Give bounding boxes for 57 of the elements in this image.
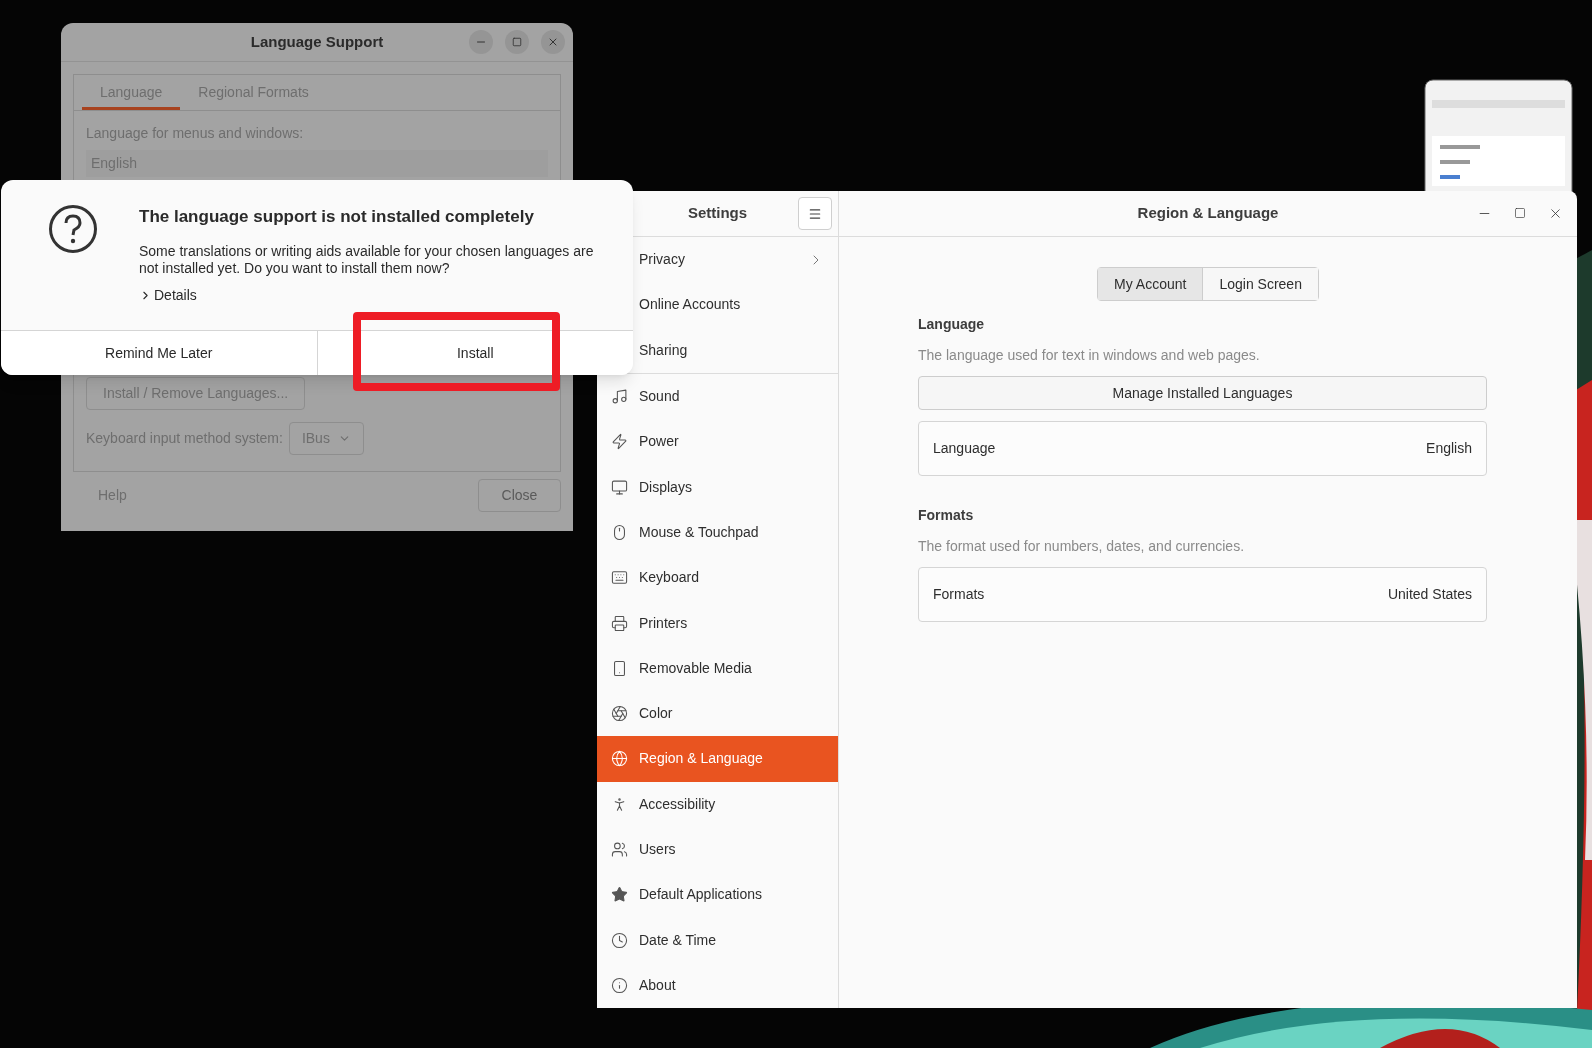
clock-icon [611,931,628,949]
sidebar-item[interactable]: Accessibility [597,781,838,827]
sidebar-item[interactable]: Date & Time [597,917,838,963]
dialog-message: Some translations or writing aids available for your chosen languages are not installed yet. Do you want to install them now? [139,242,595,277]
maximize-icon [512,37,522,47]
section-heading: Formats [918,506,975,525]
maximize-icon[interactable] [1514,207,1526,219]
printer-icon [611,614,628,632]
tab[interactable]: Login Screen [1202,268,1318,300]
sidebar-item[interactable]: Displays [597,464,838,510]
row-value: English [1426,439,1472,458]
sidebar-item[interactable]: Sound [597,373,838,420]
star-icon [611,886,628,904]
monitor-icon [611,478,628,496]
sidebar-item[interactable]: Removable Media [597,645,838,691]
manage-languages-button[interactable]: Manage Installed Languages [918,376,1487,410]
row-value: United States [1387,585,1472,604]
minimize-button[interactable] [469,30,493,54]
sidebar-item[interactable]: Keyboard [597,555,838,601]
close-icon[interactable] [1548,206,1563,221]
row-label: Language [933,439,996,458]
maximize-button[interactable] [505,30,529,54]
sidebar-item[interactable]: Color [597,690,838,737]
dialog-button[interactable]: Install [317,331,633,375]
close-icon [547,36,559,48]
lightning-icon [611,433,628,451]
dialog-button[interactable]: Remind Me Later [1,331,317,375]
close-button[interactable] [541,30,565,54]
info-icon [611,976,628,994]
tab[interactable]: My Account [1098,268,1203,300]
mouse-icon [611,523,628,541]
details-expander[interactable]: Details [139,284,197,306]
sidebar-item[interactable]: Printers [597,600,838,646]
sidebar-item[interactable]: Power [597,419,838,465]
music-note-icon [611,388,628,406]
sidebar-item[interactable]: Online Accounts [597,282,838,328]
globe-icon [611,750,628,768]
keyboard-icon [611,569,628,587]
sidebar-title: Settings [687,203,748,224]
dialog-title: The language support is not installed completely [139,206,535,228]
window-title: Region & Language [1137,203,1279,224]
settings-row[interactable]: Formats United States [918,567,1487,622]
settings-row[interactable]: Language English [918,421,1487,476]
sidebar-item[interactable]: About [597,962,838,1008]
sidebar-item[interactable]: Region & Language [597,736,838,782]
menu-icon [808,206,822,221]
window-title: Language Support [250,31,384,52]
sidebar-item[interactable]: Users [597,826,838,873]
section-description: The language used for text in windows and web pages. [918,346,1261,365]
sidebar-item[interactable]: Mouse & Touchpad [597,509,838,556]
section-heading: Language [918,315,986,334]
row-label: Formats [933,585,985,604]
users-icon [611,841,628,858]
sidebar-item[interactable]: Default Applications [597,872,838,918]
question-icon [48,204,98,254]
menu-button[interactable] [798,197,832,230]
section-description: The format used for numbers, dates, and currencies. [918,537,1246,556]
